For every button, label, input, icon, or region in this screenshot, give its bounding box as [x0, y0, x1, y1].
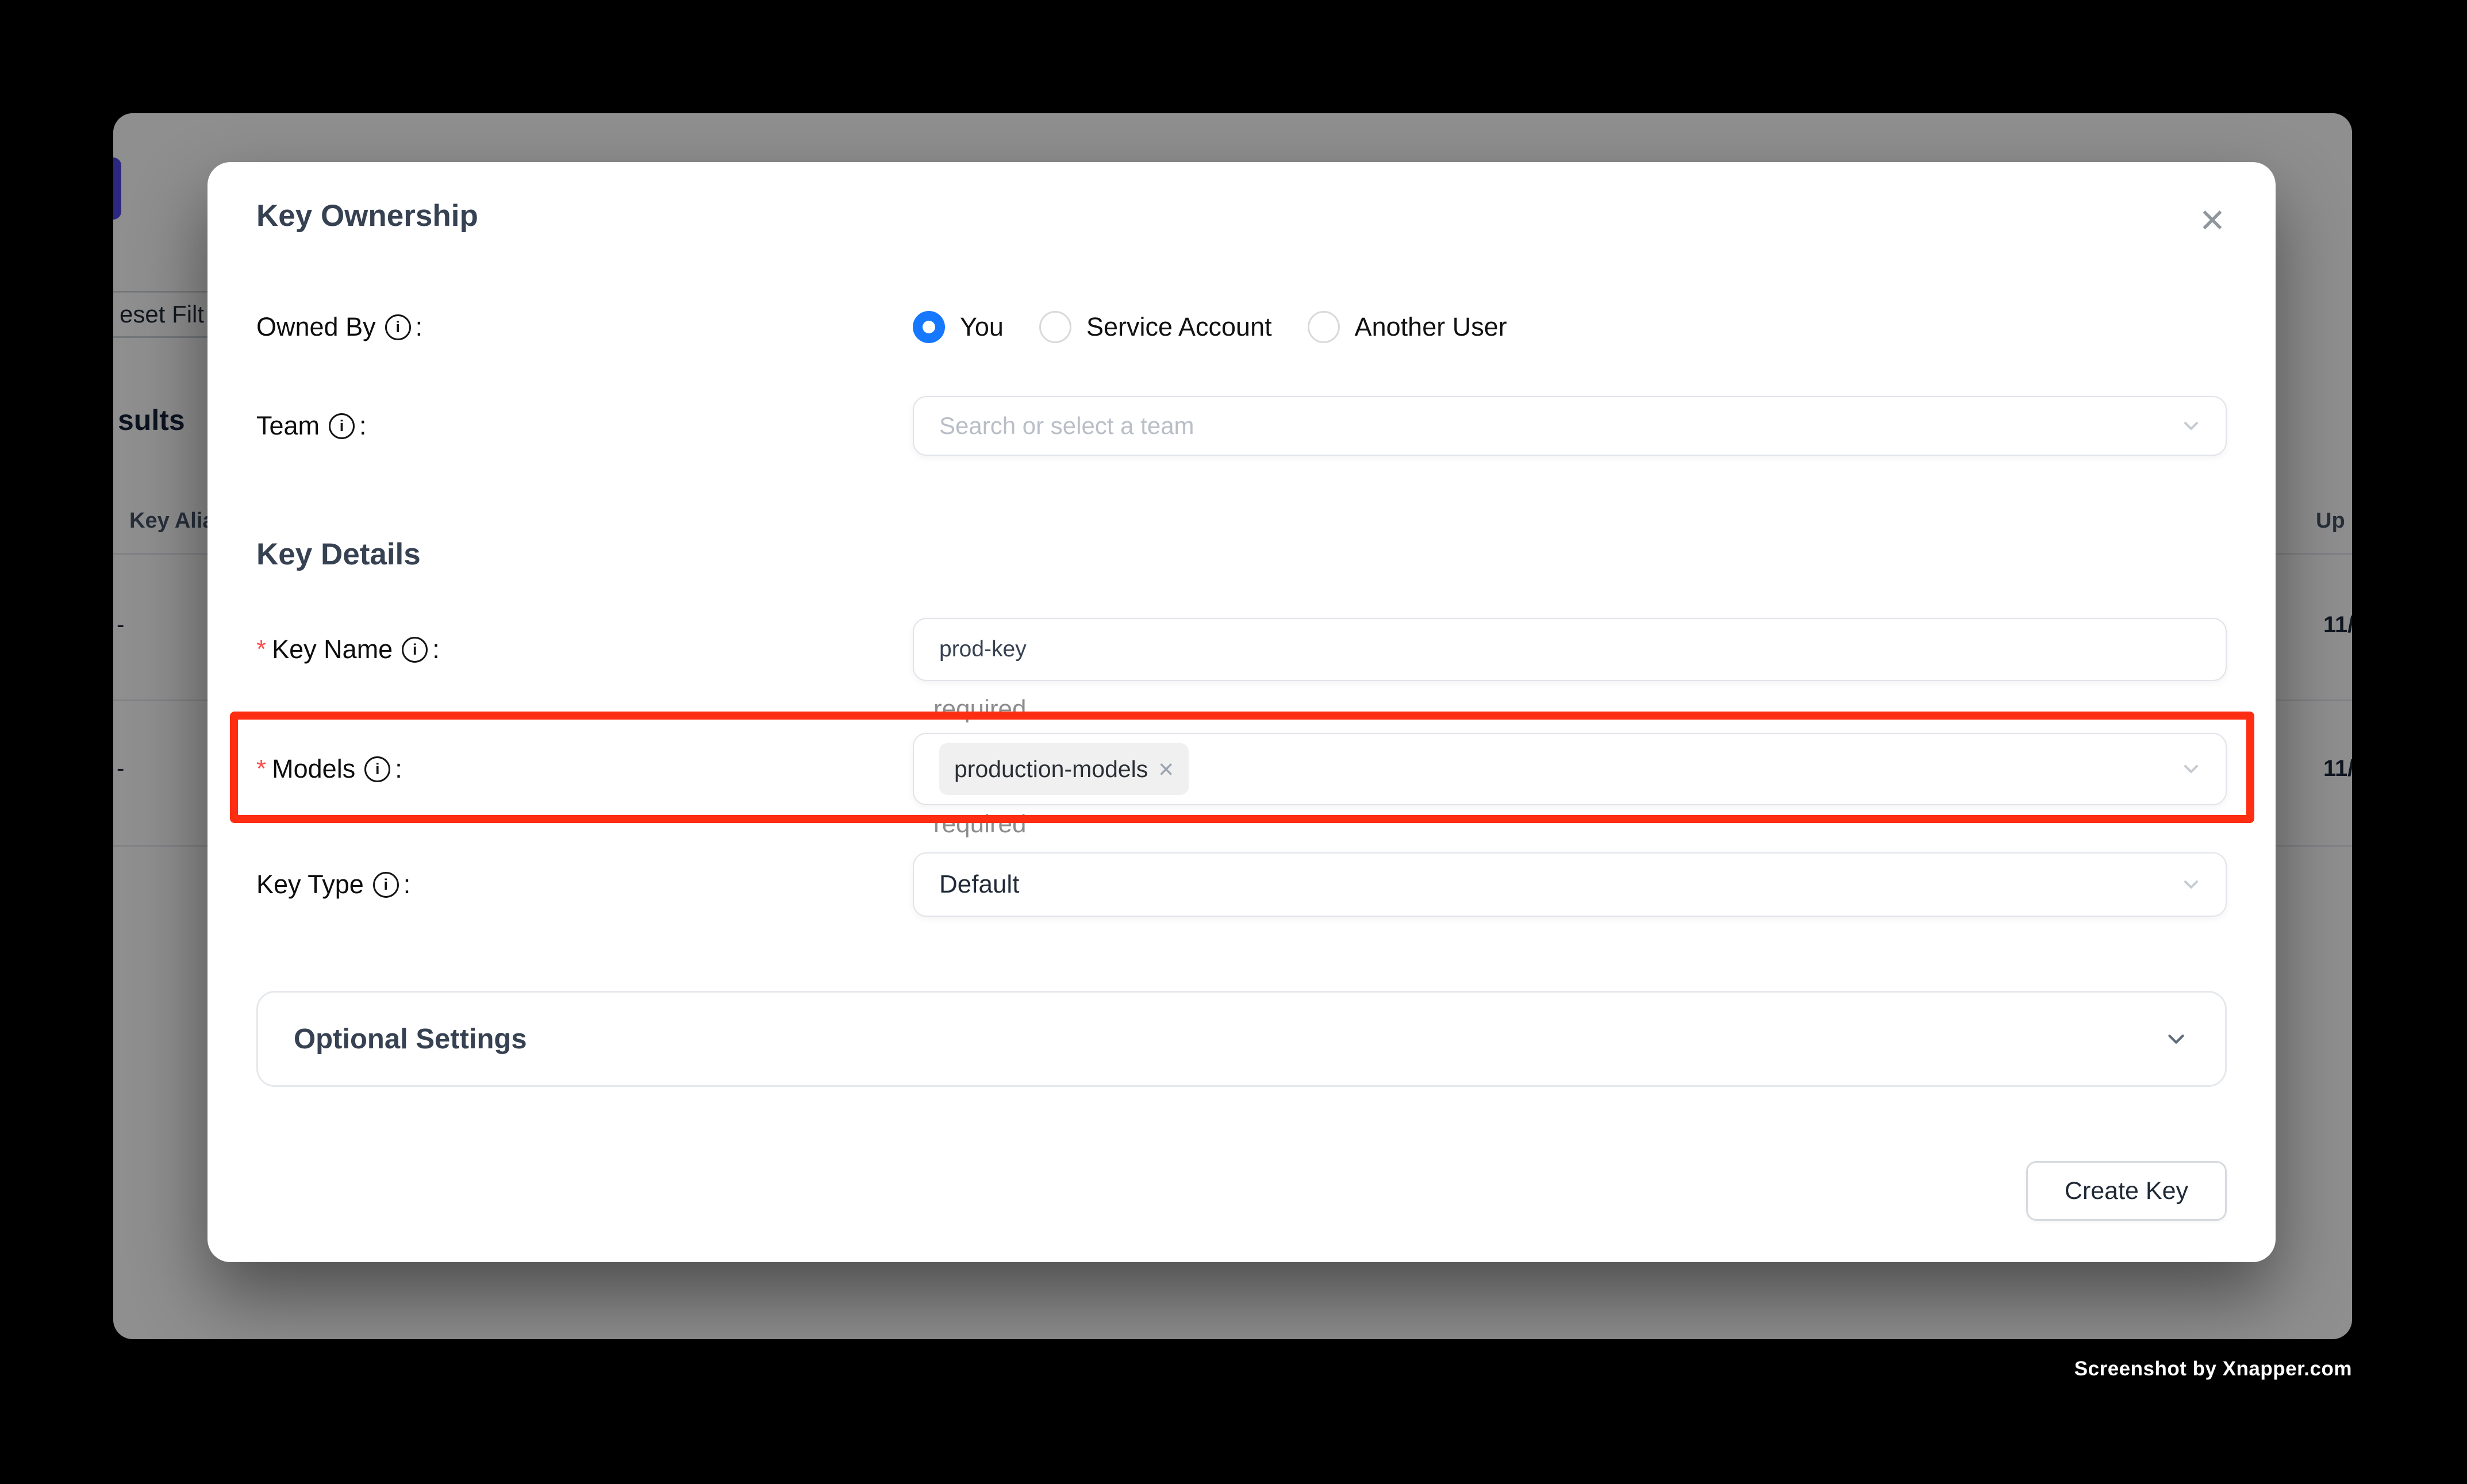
owned-by-radio-group: You Service Account Another User [913, 311, 1507, 343]
required-asterisk: * [256, 755, 266, 783]
team-select-placeholder: Search or select a team [939, 412, 1194, 440]
chevron-down-icon [2180, 414, 2203, 437]
radio-option-you[interactable]: You [913, 311, 1004, 343]
key-name-required-message: required [933, 695, 2227, 724]
radio-unselected-icon [1039, 311, 1071, 343]
team-select[interactable]: Search or select a team [913, 396, 2227, 456]
info-icon[interactable]: i [385, 314, 411, 340]
optional-settings-toggle[interactable]: Optional Settings [256, 991, 2227, 1087]
radio-option-another-user[interactable]: Another User [1308, 311, 1507, 343]
tag-remove-icon[interactable]: × [1158, 756, 1174, 782]
radio-selected-icon [913, 311, 945, 343]
models-label: * Models i : [256, 754, 913, 784]
chevron-down-icon [2163, 1026, 2189, 1052]
close-icon[interactable]: ✕ [2189, 198, 2235, 244]
radio-option-service-account[interactable]: Service Account [1039, 311, 1272, 343]
key-type-value: Default [939, 870, 1019, 899]
key-type-row: Key Type i : Default [256, 852, 2227, 917]
key-name-input[interactable]: prod-key [913, 618, 2227, 681]
create-key-modal: ✕ Key Ownership Owned By i : You Service… [207, 162, 2276, 1262]
key-type-select[interactable]: Default [913, 852, 2227, 917]
owned-by-label: Owned By i : [256, 312, 913, 342]
create-key-button[interactable]: Create Key [2026, 1161, 2227, 1221]
key-name-label: * Key Name i : [256, 635, 913, 664]
models-select[interactable]: production-models × [913, 733, 2227, 805]
owned-by-row: Owned By i : You Service Account Another… [256, 310, 2227, 344]
key-name-row: * Key Name i : prod-key [256, 618, 2227, 681]
team-label: Team i : [256, 411, 913, 441]
info-icon[interactable]: i [329, 413, 355, 439]
modal-footer: Create Key [256, 1161, 2227, 1221]
model-tag: production-models × [939, 743, 1189, 795]
radio-unselected-icon [1308, 311, 1340, 343]
key-ownership-heading: Key Ownership [256, 198, 2227, 234]
team-row: Team i : Search or select a team [256, 396, 2227, 456]
key-name-value: prod-key [939, 637, 1027, 662]
key-details-heading: Key Details [256, 537, 2227, 572]
models-required-message: required [933, 810, 2227, 839]
chevron-down-icon [2180, 758, 2203, 781]
key-type-label: Key Type i : [256, 870, 913, 899]
chevron-down-icon [2180, 873, 2203, 896]
optional-settings-title: Optional Settings [294, 1023, 527, 1055]
required-asterisk: * [256, 635, 266, 664]
model-tag-label: production-models [954, 756, 1148, 783]
info-icon[interactable]: i [373, 872, 399, 898]
info-icon[interactable]: i [402, 637, 428, 663]
info-icon[interactable]: i [364, 756, 390, 782]
xnapper-watermark: Screenshot by Xnapper.com [2074, 1358, 2352, 1381]
models-row: * Models i : production-models × [256, 733, 2227, 805]
